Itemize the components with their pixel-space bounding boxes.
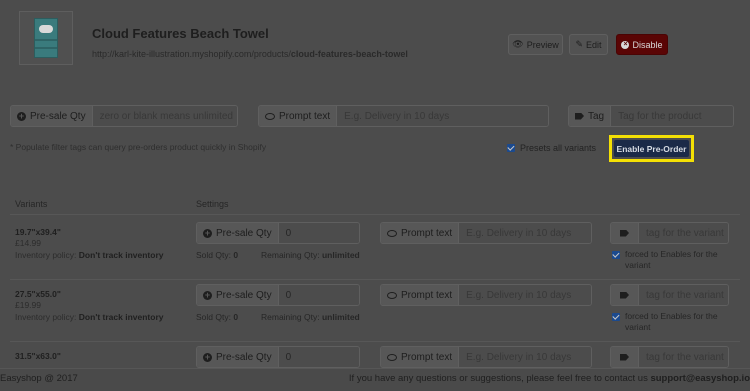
row-divider (10, 214, 740, 215)
variant-presale-qty-group: + Pre-sale Qty 0 (196, 284, 360, 306)
row-divider (10, 341, 740, 342)
tag-icon (620, 291, 629, 299)
preview-button[interactable]: 👁 Preview (508, 34, 563, 55)
presale-qty-input[interactable]: zero or blank means unlimited (92, 106, 237, 126)
product-url[interactable]: http://karl-kite-illustration.myshopify.… (92, 49, 408, 59)
variant-presale-qty-input[interactable]: 0 (278, 223, 359, 243)
variant-prompt-text-input[interactable]: E.g. Delivery in 10 days (459, 285, 591, 305)
eye-icon: 👁 (512, 39, 524, 49)
comment-icon (387, 229, 397, 237)
footer-contact: If you have any questions or suggestions… (348, 373, 750, 384)
edit-icon: ✎ (575, 39, 584, 49)
presets-all-variants-checkbox[interactable] (507, 144, 515, 152)
plus-circle-icon: + (17, 110, 26, 121)
plus-circle-icon: + (203, 351, 212, 362)
tag-group: Tag Tag for the product (568, 105, 734, 127)
tag-addon: Tag (569, 106, 612, 126)
variant-prompt-text-input[interactable]: E.g. Delivery in 10 days (459, 347, 591, 367)
variant-tag-group: tag for the variant (610, 346, 729, 368)
variant-tag-group: tag for the variant (610, 284, 729, 306)
prompt-text-group: Prompt text E.g. Delivery in 10 days (258, 105, 549, 127)
column-header-variants: Variants (15, 199, 48, 209)
presets-all-variants-label: Presets all variants (520, 143, 597, 153)
remaining-qty: Remaining Qty: unlimited (261, 312, 360, 322)
forced-enable-label: forced to Enables for the variant (625, 249, 718, 270)
forced-enable-label: forced to Enables for the variant (625, 311, 718, 332)
variant-tag-input[interactable]: tag for the variant (639, 347, 728, 367)
variant-presale-qty-input[interactable]: 0 (278, 285, 359, 305)
variant-prompt-text-group: Prompt text E.g. Delivery in 10 days (380, 284, 592, 306)
close-circle-icon: × (621, 40, 630, 49)
forced-enable-checkbox[interactable] (612, 251, 620, 259)
footer-copyright: Easyshop @ 2017 (0, 373, 78, 384)
prompt-text-input[interactable]: E.g. Delivery in 10 days (337, 106, 548, 126)
product-thumbnail (19, 11, 73, 65)
variant-prompt-text-input[interactable]: E.g. Delivery in 10 days (459, 223, 591, 243)
variant-prompt-text-group: Prompt text E.g. Delivery in 10 days (380, 346, 592, 368)
variant-presale-qty-group: + Pre-sale Qty 0 (196, 346, 360, 368)
variant-prompt-text-group: Prompt text E.g. Delivery in 10 days (380, 222, 592, 244)
disable-button[interactable]: × Disable (616, 34, 668, 55)
sold-qty: Sold Qty: 0 (196, 250, 239, 260)
variant-tag-input[interactable]: tag for the variant (639, 223, 728, 243)
variant-name: 19.7"x39.4" (15, 227, 61, 237)
forced-enable-checkbox[interactable] (612, 313, 620, 321)
tag-icon (620, 229, 629, 237)
tag-icon (575, 112, 584, 120)
prompt-text-addon: Prompt text (259, 106, 338, 126)
filter-tags-hint: * Populate filter tags can query pre-ord… (10, 142, 267, 152)
support-email-link[interactable]: support@easyshop.io (650, 373, 750, 384)
variant-tag-input[interactable]: tag for the variant (639, 285, 728, 305)
comment-icon (387, 291, 397, 299)
variant-inventory-policy: Inventory policy: Don't track inventory (15, 312, 164, 322)
variant-name: 31.5"x63.0" (15, 351, 61, 361)
tag-icon (620, 353, 629, 361)
plus-circle-icon: + (203, 289, 212, 300)
remaining-qty: Remaining Qty: unlimited (261, 250, 360, 260)
variant-inventory-policy: Inventory policy: Don't track inventory (15, 250, 164, 260)
tag-input[interactable]: Tag for the product (611, 106, 733, 126)
variant-price: £14.99 (15, 238, 41, 248)
row-divider (10, 279, 740, 280)
presale-qty-addon: + Pre-sale Qty (11, 106, 93, 126)
variant-presale-qty-group: + Pre-sale Qty 0 (196, 222, 360, 244)
variant-tag-group: tag for the variant (610, 222, 729, 244)
comment-icon (265, 112, 275, 120)
comment-icon (387, 353, 397, 361)
enable-preorder-highlight: Enable Pre-Order (609, 135, 694, 162)
column-header-settings: Settings (196, 199, 229, 209)
edit-button[interactable]: ✎ Edit (569, 34, 608, 55)
plus-circle-icon: + (203, 227, 212, 238)
variant-price: £19.99 (15, 300, 41, 310)
product-title: Cloud Features Beach Towel (92, 26, 269, 41)
variant-name: 27.5"x55.0" (15, 289, 61, 299)
presale-qty-group: + Pre-sale Qty zero or blank means unlim… (10, 105, 238, 127)
variant-presale-qty-input[interactable]: 0 (278, 347, 359, 367)
sold-qty: Sold Qty: 0 (196, 312, 239, 322)
enable-preorder-button[interactable]: Enable Pre-Order (614, 140, 689, 157)
